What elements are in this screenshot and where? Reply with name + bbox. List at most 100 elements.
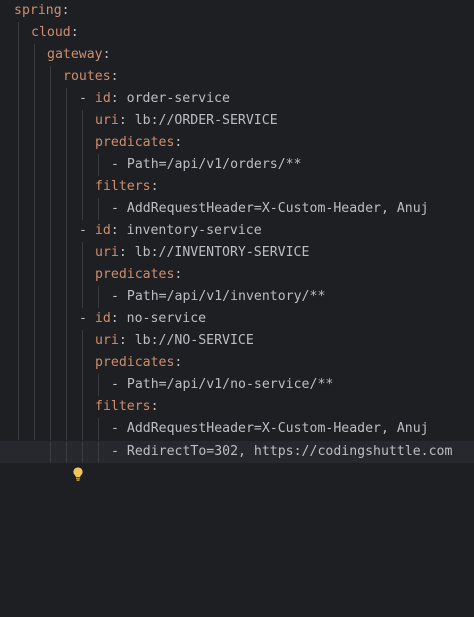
indent-guide bbox=[98, 286, 99, 308]
indent-guide bbox=[82, 110, 83, 132]
code-line[interactable]: filters: bbox=[0, 396, 474, 418]
indent-guide bbox=[82, 374, 83, 396]
indent-guide bbox=[82, 418, 83, 440]
code-line[interactable]: filters: bbox=[0, 176, 474, 198]
code-line[interactable]: - AddRequestHeader=X-Custom-Header, Anuj bbox=[0, 418, 474, 440]
yaml-value: inventory-service bbox=[126, 223, 262, 238]
yaml-value: Path=/api/v1/inventory/** bbox=[126, 289, 326, 304]
yaml-dash: - bbox=[111, 421, 127, 436]
indent-guide bbox=[18, 110, 19, 132]
indent-guide bbox=[18, 66, 19, 88]
code-line[interactable]: uri: lb://NO-SERVICE bbox=[0, 330, 474, 352]
indent-guide bbox=[50, 396, 51, 418]
yaml-value: RedirectTo=302, https://codingshuttle.co… bbox=[126, 444, 453, 459]
code-line[interactable]: - id: inventory-service bbox=[0, 220, 474, 242]
yaml-key: id bbox=[94, 91, 111, 106]
code-line[interactable]: spring: bbox=[0, 0, 474, 22]
yaml-dash: - bbox=[111, 289, 127, 304]
yaml-key: filters bbox=[95, 399, 151, 414]
code-line[interactable]: predicates: bbox=[0, 264, 474, 286]
indent-guide bbox=[34, 374, 35, 396]
indent-guide bbox=[82, 441, 83, 463]
yaml-colon: : bbox=[174, 267, 183, 282]
indent-guide bbox=[18, 176, 19, 198]
code-line[interactable]: predicates: bbox=[0, 132, 474, 154]
yaml-value: Path=/api/v1/orders/** bbox=[126, 157, 302, 172]
yaml-value: lb://ORDER-SERVICE bbox=[134, 113, 278, 128]
code-line[interactable]: uri: lb://ORDER-SERVICE bbox=[0, 110, 474, 132]
indent-guide bbox=[50, 264, 51, 286]
indent-guide bbox=[34, 352, 35, 374]
indent-guide bbox=[82, 242, 83, 264]
yaml-colon: : bbox=[110, 311, 127, 326]
indent-guide bbox=[66, 198, 67, 220]
yaml-colon: : bbox=[110, 223, 127, 238]
indent-guide bbox=[34, 44, 35, 66]
yaml-key: predicates bbox=[95, 267, 175, 282]
yaml-colon: : bbox=[102, 47, 111, 62]
indent-guide bbox=[18, 308, 19, 330]
indent-guide bbox=[66, 374, 67, 396]
indent-guide bbox=[98, 374, 99, 396]
yaml-colon: : bbox=[174, 355, 183, 370]
indent-guide bbox=[34, 308, 35, 330]
indent-guide bbox=[18, 418, 19, 440]
indent-guide bbox=[34, 66, 35, 88]
indent-guide bbox=[18, 374, 19, 396]
code-editor[interactable]: spring: cloud: gateway: routes: - id: or… bbox=[0, 0, 474, 482]
indent-guide bbox=[18, 352, 19, 374]
indent-guide bbox=[34, 154, 35, 176]
code-line[interactable]: - Path=/api/v1/orders/** bbox=[0, 154, 474, 176]
indent-guide bbox=[82, 176, 83, 198]
yaml-key: spring bbox=[14, 3, 62, 18]
yaml-key: gateway bbox=[47, 47, 103, 62]
yaml-key: uri bbox=[95, 333, 119, 348]
indent-guide bbox=[66, 154, 67, 176]
current-code-line[interactable]: - RedirectTo=302, https://codingshuttle.… bbox=[0, 441, 474, 481]
code-line[interactable]: uri: lb://INVENTORY-SERVICE bbox=[0, 242, 474, 264]
yaml-colon: : bbox=[110, 69, 119, 84]
code-line[interactable]: - AddRequestHeader=X-Custom-Header, Anuj bbox=[0, 198, 474, 220]
yaml-key: predicates bbox=[95, 355, 175, 370]
yaml-key: cloud bbox=[31, 25, 71, 40]
indent-guide bbox=[34, 220, 35, 242]
lightbulb-icon[interactable] bbox=[22, 444, 83, 481]
indent-guide bbox=[18, 132, 19, 154]
yaml-key: uri bbox=[95, 113, 119, 128]
indent-guide bbox=[82, 286, 83, 308]
code-line[interactable]: - id: no-service bbox=[0, 308, 474, 330]
indent-guide bbox=[18, 242, 19, 264]
code-line[interactable]: cloud: bbox=[0, 22, 474, 44]
indent-guide bbox=[50, 220, 51, 242]
code-line[interactable]: gateway: bbox=[0, 44, 474, 66]
indent-guide bbox=[50, 374, 51, 396]
indent-guide bbox=[66, 308, 67, 330]
indent-guide bbox=[66, 330, 67, 352]
indent-guide bbox=[82, 154, 83, 176]
indent-guide bbox=[66, 396, 67, 418]
yaml-key: filters bbox=[95, 179, 151, 194]
indent-guide bbox=[50, 286, 51, 308]
indent-guide bbox=[18, 286, 19, 308]
yaml-key: routes bbox=[63, 69, 111, 84]
indent-guide bbox=[66, 418, 67, 440]
indent-guide bbox=[34, 242, 35, 264]
indent-guide bbox=[18, 154, 19, 176]
indent-guide bbox=[66, 88, 67, 110]
code-line[interactable]: - id: order-service bbox=[0, 88, 474, 110]
code-line[interactable]: routes: bbox=[0, 66, 474, 88]
yaml-value: AddRequestHeader=X-Custom-Header, Anuj bbox=[126, 201, 429, 216]
yaml-key: uri bbox=[95, 245, 119, 260]
indent-guide bbox=[50, 110, 51, 132]
code-line[interactable]: predicates: bbox=[0, 352, 474, 374]
yaml-dash: - bbox=[79, 311, 95, 326]
yaml-value: Path=/api/v1/no-service/** bbox=[126, 377, 334, 392]
indent-guide bbox=[50, 242, 51, 264]
yaml-colon: : bbox=[174, 135, 183, 150]
code-line[interactable]: - Path=/api/v1/inventory/** bbox=[0, 286, 474, 308]
indent-guide bbox=[50, 330, 51, 352]
indent-guide bbox=[66, 242, 67, 264]
indent-guide bbox=[66, 220, 67, 242]
indent-guide bbox=[66, 286, 67, 308]
code-line[interactable]: - Path=/api/v1/no-service/** bbox=[0, 374, 474, 396]
